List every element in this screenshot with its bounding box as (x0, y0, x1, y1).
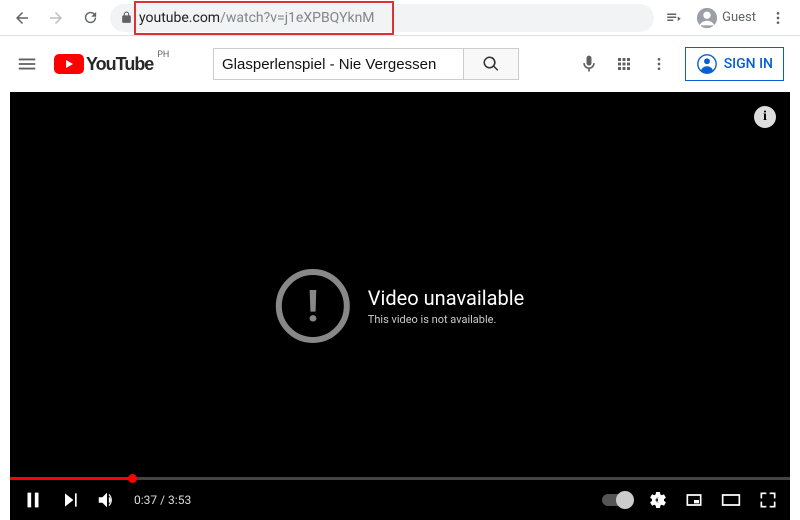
youtube-logo[interactable]: YouTube PH (54, 54, 153, 75)
media-control-icon[interactable] (660, 4, 688, 32)
video-player: i ! Video unavailable This video is not … (10, 92, 790, 520)
settings-gear-icon[interactable] (648, 490, 668, 510)
miniplayer-icon[interactable] (684, 490, 704, 510)
search-button[interactable] (463, 48, 519, 80)
hamburger-menu-icon[interactable] (16, 53, 38, 75)
lock-icon (120, 11, 133, 24)
search-input[interactable] (213, 48, 463, 80)
unavailable-title: Video unavailable (368, 286, 524, 310)
chrome-menu-icon[interactable] (764, 4, 792, 32)
unavailable-subtitle: This video is not available. (368, 313, 524, 326)
volume-button[interactable] (96, 489, 118, 511)
browser-toolbar: youtube.com/watch?v=j1eXPBQYknM Guest (0, 0, 800, 36)
youtube-play-icon (54, 54, 84, 74)
back-button[interactable] (8, 4, 36, 32)
autoplay-toggle[interactable] (602, 494, 632, 506)
youtube-masthead: YouTube PH SIGN IN (0, 36, 800, 92)
fullscreen-icon[interactable] (758, 490, 778, 510)
warning-icon: ! (276, 269, 350, 343)
search-box (213, 48, 519, 80)
youtube-wordmark: YouTube (86, 54, 153, 75)
guest-label: Guest (722, 10, 756, 25)
unavailable-message: ! Video unavailable This video is not av… (276, 269, 524, 343)
time-display: 0:37 / 3:53 (134, 493, 191, 507)
address-bar[interactable]: youtube.com/watch?v=j1eXPBQYknM (110, 4, 654, 32)
info-icon[interactable]: i (754, 106, 776, 128)
country-code: PH (157, 50, 169, 60)
search-icon (482, 55, 500, 73)
pause-button[interactable] (22, 489, 44, 511)
apps-grid-icon[interactable] (615, 55, 633, 73)
reload-button[interactable] (76, 4, 104, 32)
player-controls: 0:37 / 3:53 (10, 480, 790, 520)
profile-guest[interactable]: Guest (696, 7, 756, 29)
sign-in-label: SIGN IN (724, 56, 773, 72)
account-icon (696, 53, 718, 75)
voice-search-icon[interactable] (579, 54, 599, 74)
sign-in-button[interactable]: SIGN IN (685, 47, 784, 81)
settings-menu-icon[interactable] (651, 56, 667, 72)
forward-button[interactable] (42, 4, 70, 32)
theater-mode-icon[interactable] (720, 490, 742, 510)
url-text: youtube.com/watch?v=j1eXPBQYknM (139, 10, 644, 26)
next-button[interactable] (60, 490, 80, 510)
